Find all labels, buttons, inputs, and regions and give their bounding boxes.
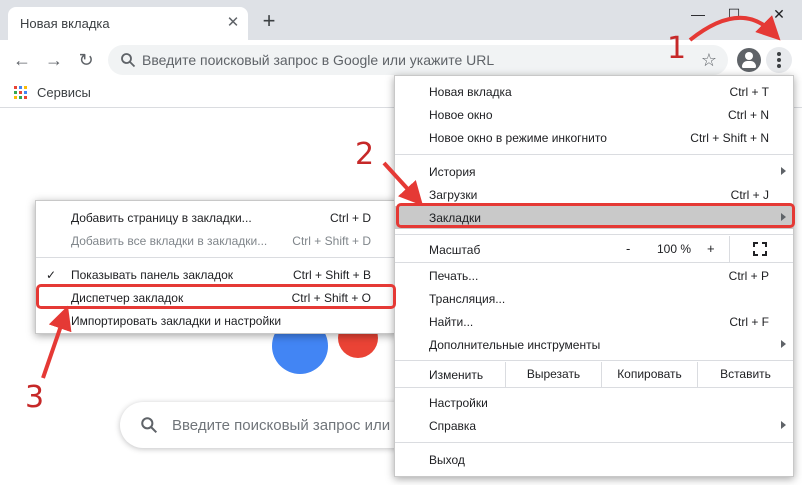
arrow-step-1 <box>688 15 781 42</box>
arrow-step-2 <box>382 161 424 206</box>
annotation-arrows <box>41 15 781 379</box>
arrow-step-3 <box>41 305 72 379</box>
browser-window: Новая вкладка ✕ + — ☐ ✕ ← → ↻ Введите по… <box>0 0 802 485</box>
